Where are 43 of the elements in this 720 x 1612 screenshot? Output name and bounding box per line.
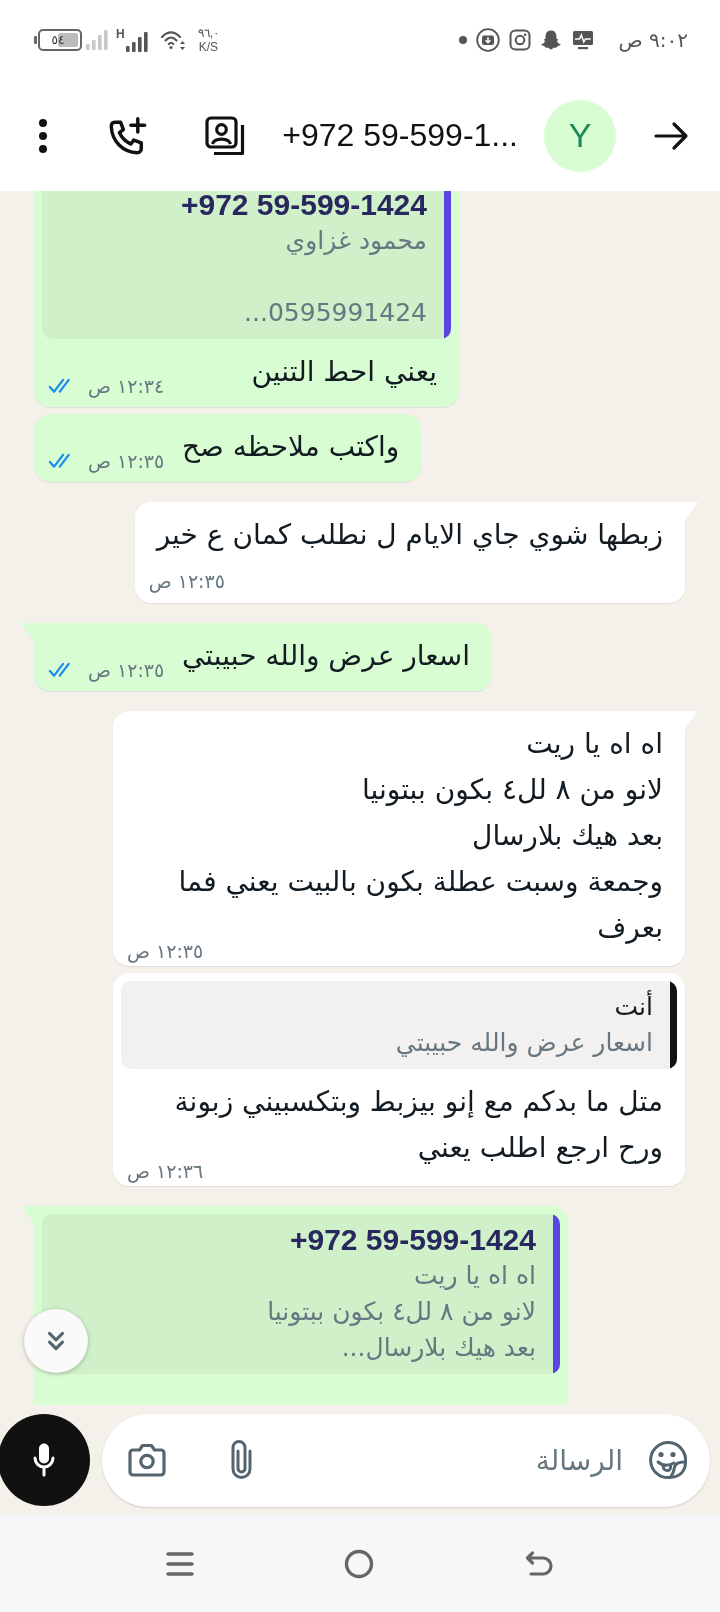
wifi-icon: [159, 29, 186, 51]
message-text: يعني احط التنين: [251, 355, 437, 388]
signal-icon: [86, 30, 108, 50]
camera-icon[interactable]: [127, 1442, 167, 1478]
phone-add-icon[interactable]: [109, 116, 148, 155]
message-time: ١٢:٣٥ ص: [148, 569, 225, 594]
quote-author: أنت: [614, 989, 653, 1023]
quote-text: اه اه يا ريت لانو من ٨ لل٤ بكون ببتونيا بعد هيك بلارسال...: [267, 1260, 536, 1364]
quote-author: +972 59-599-1424: [289, 1222, 536, 1258]
back-icon[interactable]: [524, 1549, 554, 1578]
message-text: زبطها شوي جاي الايام ل نطلب كمان ع خير: [156, 518, 663, 551]
menu-icon[interactable]: [166, 1550, 194, 1577]
dot-icon: [459, 36, 468, 44]
speed-unit: K/S: [198, 40, 218, 54]
avatar[interactable]: Y: [544, 99, 616, 172]
quote-text: اسعار عرض والله حبيبتي: [395, 1027, 653, 1060]
contact-card-icon[interactable]: [205, 115, 246, 156]
monitor-icon: [571, 29, 596, 51]
battery-icon: [34, 29, 82, 51]
signal-icon: [125, 32, 148, 52]
clock-time: ٩:٠٢ ص: [618, 28, 688, 52]
home-icon[interactable]: [344, 1548, 374, 1579]
network-type: H: [116, 28, 125, 40]
camera-outline-icon: [509, 29, 532, 51]
download-icon: [476, 28, 501, 52]
ghost-icon: [540, 29, 563, 51]
sticker-icon[interactable]: [648, 1440, 688, 1480]
quote-author: +972 59-599-1424: [180, 191, 427, 223]
battery-level: ٥٤: [50, 32, 66, 49]
right-arrow-icon[interactable]: [654, 120, 690, 151]
quoted-message[interactable]: أنت اسعار عرض والله حبيبتي: [121, 981, 677, 1069]
message-time: ١٢:٣٥ ص: [88, 658, 165, 683]
network-speed: ٩٦,٠: [197, 26, 219, 40]
message-text: اسعار عرض والله حبيبتي: [182, 639, 471, 672]
paperclip-icon[interactable]: [229, 1439, 254, 1481]
message-time: ١٢:٣٤ ص: [88, 374, 165, 399]
quote-text: محمود غزاوي 0595991424...: [244, 225, 427, 329]
microphone-icon: [33, 1442, 55, 1478]
message-text: واكتب ملاحظه صح: [182, 430, 400, 463]
message-time: ١٢:٣٥ ص: [88, 449, 165, 474]
message-field[interactable]: الرسالة: [102, 1413, 710, 1507]
more-options-icon[interactable]: [38, 117, 49, 154]
contact-title[interactable]: +972 59-599-1...: [282, 117, 518, 154]
